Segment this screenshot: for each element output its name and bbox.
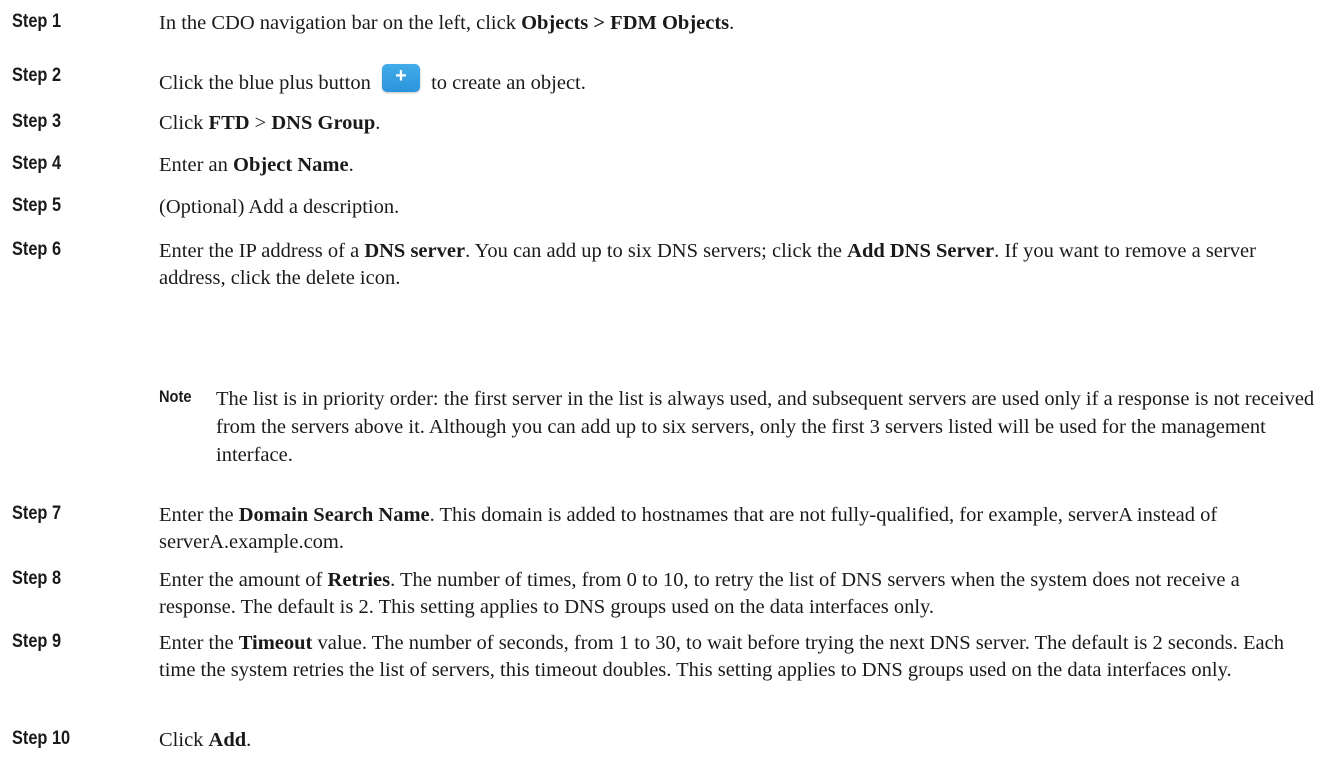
text-run: . [348,154,354,176]
text-run: Enter the IP address of a [159,240,365,262]
step-text: Click the blue plus button + to create a… [159,64,1321,97]
text-run: . [729,12,735,34]
step-label: Step 7 [12,503,62,524]
step-label: Step 6 [12,239,62,260]
step-text: Click Add. [159,727,1321,754]
text-run: Enter the [159,504,239,526]
ui-term: Add DNS Server [847,240,995,262]
ui-term: Object Name [233,154,349,176]
text-run: . You can add up to six DNS servers; cli… [465,240,848,262]
plus-button-icon: + [381,64,420,92]
ui-term: DNS server [364,240,466,262]
ui-term: Add [208,729,247,751]
ui-term: Objects > FDM Objects [521,12,730,34]
step-label: Step 8 [12,568,62,589]
text-run: Click [159,112,209,134]
step-label: Step 3 [12,111,62,132]
ui-term: DNS Group [271,112,376,134]
step-label: Step 9 [12,631,62,652]
ui-term: FTD [208,112,250,134]
text-run: (Optional) Add a description. [159,196,400,218]
step-label: Step 10 [12,728,71,749]
text-run: Enter an [159,154,233,176]
step-label: Step 5 [12,195,62,216]
ui-term: Domain Search Name [238,504,430,526]
step-text: In the CDO navigation bar on the left, c… [159,10,1321,37]
ui-term: Timeout [238,632,313,654]
step-text: Enter the IP address of a DNS server. Yo… [159,238,1321,292]
ui-term: Retries [327,569,391,591]
text-run: Enter the amount of [159,569,328,591]
note-text: The list is in priority order: the first… [216,388,1315,466]
text-run: to create an object. [425,72,586,94]
text-run: In the CDO navigation bar on the left, c… [159,12,522,34]
step-label: Step 4 [12,153,62,174]
step-label: Step 1 [12,11,62,32]
step-text: Enter the Domain Search Name. This domai… [159,502,1321,556]
text-run: . [246,729,252,751]
step-text: Enter the Timeout value. The number of s… [159,630,1321,684]
text-run: Enter the [159,632,239,654]
text-run: Click the blue plus button [159,72,376,94]
step-text: Click FTD > DNS Group. [159,110,1321,137]
note-label: Note [159,387,192,406]
text-run: Click [159,729,209,751]
plus-glyph: + [395,65,407,87]
text-run: . [375,112,381,134]
step-text: Enter an Object Name. [159,152,1321,179]
step-text: (Optional) Add a description. [159,194,1321,221]
text-run: value. The number of seconds, from 1 to … [159,632,1284,681]
text-run: > [249,112,272,134]
step-text: Enter the amount of Retries. The number … [159,567,1321,621]
step-label: Step 2 [12,65,62,86]
